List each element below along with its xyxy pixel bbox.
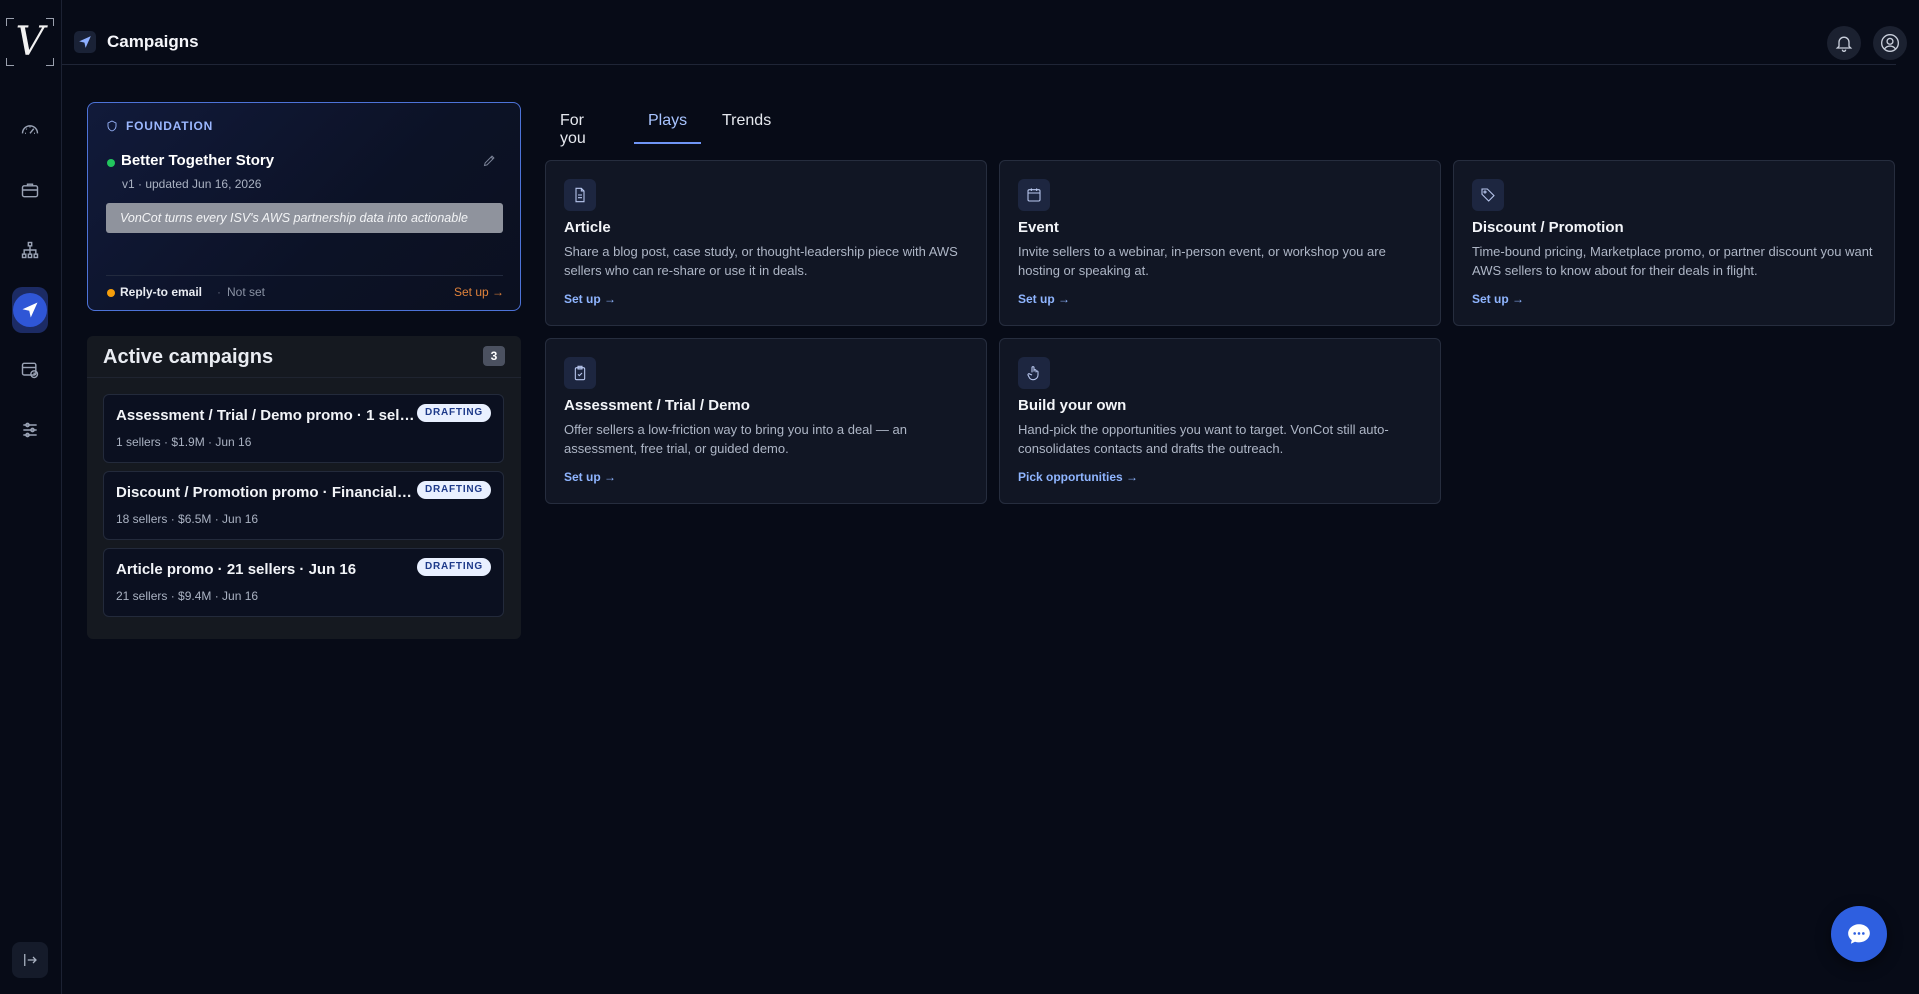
calendar-icon	[1018, 179, 1050, 211]
play-setup-link[interactable]: Set up →	[1018, 292, 1070, 306]
user-circle-icon	[1881, 34, 1899, 52]
divider	[106, 275, 503, 276]
campaign-item[interactable]: Discount / Promotion promo · Financial S…	[103, 471, 504, 540]
active-campaigns-panel: Active campaigns 3 Assessment / Trial / …	[87, 336, 521, 639]
play-title: Article	[564, 219, 611, 236]
sliders-settings-icon[interactable]	[12, 412, 48, 448]
foundation-meta: v1 · updated Jun 16, 2026	[122, 177, 262, 191]
status-dot-active	[107, 159, 115, 167]
tab-plays[interactable]: Plays	[634, 104, 702, 144]
play-title: Event	[1018, 219, 1059, 236]
org-chart-icon[interactable]	[12, 232, 48, 268]
play-card-article[interactable]: Article Share a blog post, case study, o…	[545, 160, 987, 326]
dashboard-gauge-icon[interactable]	[12, 112, 48, 148]
play-setup-link[interactable]: Set up →	[564, 470, 616, 484]
page-title: Campaigns	[107, 32, 199, 51]
campaign-count-badge: 3	[483, 346, 505, 366]
campaign-meta: 21 sellers · $9.4M · Jun 16	[116, 589, 259, 603]
expand-arrow-icon	[24, 954, 37, 966]
status-badge: DRAFTING	[416, 481, 491, 499]
notifications-button[interactable]	[1827, 26, 1861, 60]
pointer-hand-icon	[1018, 357, 1050, 389]
status-dot-warning	[107, 289, 115, 297]
campaign-title: Article promo · 21 sellers · Jun 16	[116, 561, 357, 578]
play-card-discount[interactable]: Discount / Promotion Time-bound pricing,…	[1453, 160, 1895, 326]
reply-setup-link[interactable]: Set up →	[454, 285, 504, 299]
shield-icon	[107, 120, 117, 132]
foundation-title: Better Together Story	[121, 152, 275, 169]
play-description: Invite sellers to a webinar, in-person e…	[1018, 244, 1386, 278]
play-description: Share a blog post, case study, or though…	[564, 244, 958, 278]
foundation-quote: VonCot turns every ISV's AWS partnership…	[106, 203, 503, 233]
sidebar-collapse-button[interactable]	[12, 942, 48, 978]
play-card-build-your-own[interactable]: Build your own Hand-pick the opportuniti…	[999, 338, 1441, 504]
reply-to-value: Not set	[217, 285, 265, 299]
send-icon	[74, 31, 96, 53]
play-description: Offer sellers a low-friction way to brin…	[564, 422, 907, 456]
briefcase-icon[interactable]	[12, 172, 48, 208]
campaign-title: Assessment / Trial / Demo promo · 1 sell…	[116, 407, 416, 424]
tab-trends[interactable]: Trends	[708, 104, 785, 144]
campaigns-send-icon[interactable]	[12, 287, 48, 333]
app-logo[interactable]: V	[6, 18, 54, 66]
play-title: Assessment / Trial / Demo	[564, 397, 750, 414]
active-campaigns-title: Active campaigns	[103, 346, 274, 368]
play-description: Hand-pick the opportunities you want to …	[1018, 422, 1389, 456]
foundation-card[interactable]: FOUNDATION Better Together Story v1 · up…	[87, 102, 521, 311]
tag-icon	[1472, 179, 1504, 211]
chat-bubble-icon	[1848, 924, 1870, 944]
play-card-assessment[interactable]: Assessment / Trial / Demo Offer sellers …	[545, 338, 987, 504]
dollar-schedule-icon[interactable]	[12, 352, 48, 388]
document-icon	[564, 179, 596, 211]
user-avatar-button[interactable]	[1873, 26, 1907, 60]
campaign-title: Discount / Promotion promo · Financial S…	[116, 484, 416, 501]
campaign-meta: 18 sellers · $6.5M · Jun 16	[116, 512, 259, 526]
reply-to-label: Reply-to email	[120, 285, 203, 299]
play-title: Build your own	[1018, 397, 1127, 414]
bell-icon	[1835, 36, 1853, 52]
foundation-label: FOUNDATION	[106, 119, 213, 133]
play-card-event[interactable]: Event Invite sellers to a webinar, in-pe…	[999, 160, 1441, 326]
top-header: Campaigns	[62, 0, 1907, 65]
clipboard-icon	[564, 357, 596, 389]
play-setup-link[interactable]: Set up →	[1472, 292, 1524, 306]
status-badge: DRAFTING	[416, 558, 491, 576]
play-title: Discount / Promotion	[1472, 219, 1624, 236]
campaign-item[interactable]: Assessment / Trial / Demo promo · 1 sell…	[103, 394, 504, 463]
campaign-item[interactable]: Article promo · 21 sellers · Jun 16 DRAF…	[103, 548, 504, 617]
sidebar: V	[0, 0, 62, 994]
play-description: Time-bound pricing, Marketplace promo, o…	[1472, 244, 1873, 278]
edit-pencil-icon[interactable]	[482, 153, 498, 169]
divider	[87, 377, 521, 378]
pick-opportunities-link[interactable]: Pick opportunities →	[1018, 470, 1138, 484]
tab-for-you[interactable]: For you	[546, 104, 600, 147]
campaign-meta: 1 sellers · $1.9M · Jun 16	[116, 435, 252, 449]
status-badge: DRAFTING	[416, 404, 491, 422]
play-setup-link[interactable]: Set up →	[564, 292, 616, 306]
chat-button[interactable]	[1831, 906, 1887, 962]
